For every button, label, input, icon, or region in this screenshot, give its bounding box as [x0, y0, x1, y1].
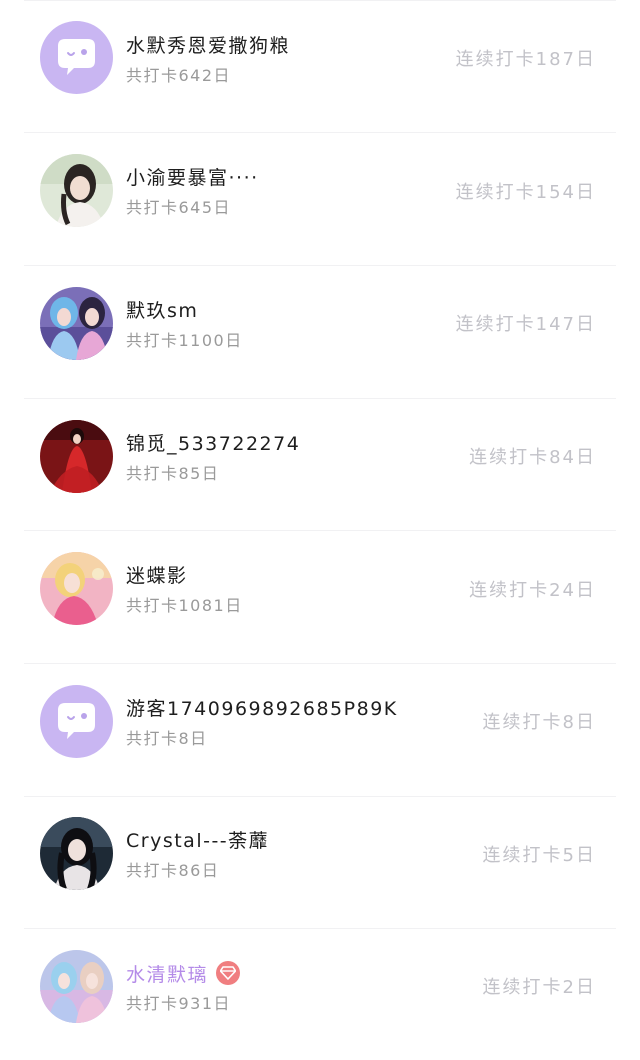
chat-bubble-avatar-icon: [40, 21, 113, 94]
streak-count: 连续打卡2日: [482, 977, 596, 998]
total-checkin-count: 共打卡645日: [126, 198, 232, 217]
user-name: 小渝要暴富····: [126, 167, 259, 189]
user-name: 默玖sm: [126, 300, 199, 322]
streak-count: 连续打卡147日: [455, 314, 596, 335]
list-item[interactable]: Crystal---荼蘼 共打卡86日 连续打卡5日: [0, 796, 640, 928]
avatar[interactable]: [40, 950, 113, 1023]
user-name: 水默秀恩爱撒狗粮: [126, 35, 291, 57]
streak-count: 连续打卡24日: [469, 580, 596, 601]
diamond-icon: [220, 966, 237, 980]
streak-count: 连续打卡8日: [482, 712, 596, 733]
list-item[interactable]: 默玖sm 共打卡1100日 连续打卡147日: [0, 265, 640, 397]
user-name: 水清默璃: [126, 964, 209, 986]
streak-count: 连续打卡5日: [482, 845, 596, 866]
avatar[interactable]: [40, 287, 113, 360]
streak-count: 连续打卡187日: [455, 49, 596, 70]
total-checkin-count: 共打卡1100日: [126, 331, 243, 350]
avatar[interactable]: [40, 21, 113, 94]
avatar[interactable]: [40, 420, 113, 493]
total-checkin-count: 共打卡85日: [126, 464, 220, 483]
streak-count: 连续打卡154日: [455, 182, 596, 203]
avatar[interactable]: [40, 817, 113, 890]
total-checkin-count: 共打卡86日: [126, 861, 220, 880]
user-photo: [40, 817, 113, 890]
user-name: Crystal---荼蘼: [126, 830, 270, 852]
user-name-row: 水清默璃: [126, 961, 241, 987]
list-item[interactable]: 水清默璃 共打卡931日 连续打卡2日: [0, 928, 640, 1060]
user-name: 游客1740969892685P89K: [126, 698, 398, 720]
list-item[interactable]: 锦觅_533722274 共打卡85日 连续打卡84日: [0, 398, 640, 530]
user-name: 锦觅_533722274: [126, 433, 301, 455]
list-item[interactable]: 迷蝶影 共打卡1081日 连续打卡24日: [0, 530, 640, 662]
total-checkin-count: 共打卡642日: [126, 66, 232, 85]
user-photo: [40, 287, 113, 360]
user-photo: [40, 552, 113, 625]
vip-badge: [216, 961, 241, 985]
total-checkin-count: 共打卡1081日: [126, 596, 243, 615]
list-item[interactable]: 游客1740969892685P89K 共打卡8日 连续打卡8日: [0, 663, 640, 795]
user-name: 迷蝶影: [126, 565, 188, 587]
avatar[interactable]: [40, 552, 113, 625]
list-item[interactable]: 小渝要暴富···· 共打卡645日 连续打卡154日: [0, 132, 640, 264]
avatar[interactable]: [40, 154, 113, 227]
total-checkin-count: 共打卡931日: [126, 994, 232, 1013]
streak-count: 连续打卡84日: [469, 447, 596, 468]
user-photo: [40, 154, 113, 227]
total-checkin-count: 共打卡8日: [126, 729, 208, 748]
user-photo: [40, 950, 113, 1023]
chat-bubble-avatar-icon: [40, 685, 113, 758]
avatar[interactable]: [40, 685, 113, 758]
list-item[interactable]: 水默秀恩爱撒狗粮 共打卡642日 连续打卡187日: [0, 0, 640, 132]
user-photo: [40, 420, 113, 493]
